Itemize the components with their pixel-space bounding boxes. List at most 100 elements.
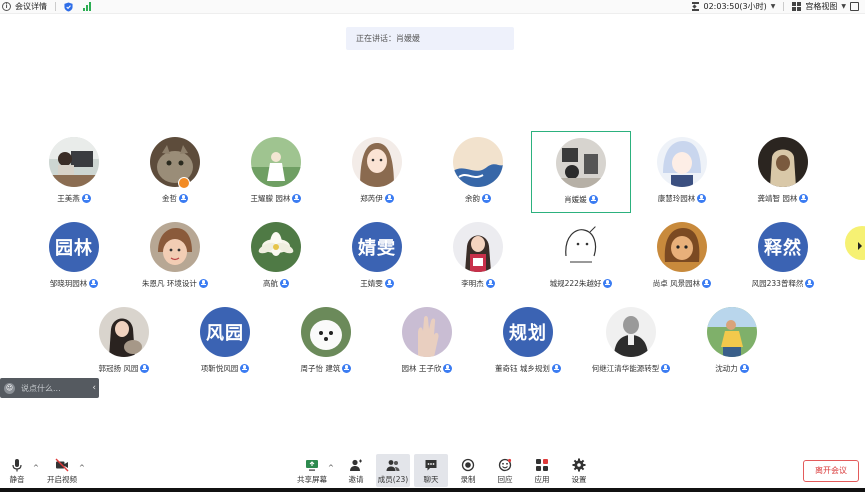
mic-icon xyxy=(485,278,495,288)
top-bar-left: i 会议详情 xyxy=(2,1,91,12)
chat-input[interactable] xyxy=(21,383,81,393)
chevron-up-icon[interactable]: ^ xyxy=(328,464,334,472)
participant-tile[interactable]: 沈动力 xyxy=(682,301,782,383)
video-button[interactable]: 开启视频 xyxy=(45,454,79,487)
share-screen-icon xyxy=(306,460,318,471)
avatar xyxy=(657,137,707,187)
meeting-timer: 02:03:50(3小时) xyxy=(703,2,767,11)
top-bar: i 会议详情 02:03:50(3小时) ▼ 宫格视图 ▼ xyxy=(0,0,865,14)
taskbar-strip xyxy=(0,488,865,492)
mic-icon xyxy=(697,193,707,203)
mic-icon xyxy=(198,278,208,288)
chevron-down-icon[interactable]: ▼ xyxy=(771,3,776,10)
participant-tile[interactable]: 周子怡 建筑 xyxy=(276,301,376,383)
mic-icon xyxy=(240,363,250,373)
members-icon xyxy=(386,460,400,471)
react-button[interactable]: 回应 xyxy=(488,454,522,487)
chat-button[interactable]: 聊天 xyxy=(414,454,448,487)
signal-icon xyxy=(83,2,91,11)
participant-tile[interactable]: 何继江清华能源转型 xyxy=(581,301,681,383)
chevron-down-icon[interactable]: ▼ xyxy=(841,3,846,10)
avatar xyxy=(150,222,200,272)
avatar xyxy=(49,137,99,187)
info-icon[interactable]: i xyxy=(2,2,11,11)
participant-tile[interactable]: 王美燕 xyxy=(24,131,124,213)
record-icon xyxy=(461,458,475,472)
chevron-up-icon[interactable]: ^ xyxy=(79,464,85,472)
participant-tile[interactable]: 释然 风园233曾释然 xyxy=(733,216,833,298)
leave-meeting-button[interactable]: 离开会议 xyxy=(803,460,859,482)
avatar xyxy=(556,222,606,272)
mic-icon xyxy=(280,278,289,288)
avatar: 园林 xyxy=(49,222,99,272)
bottom-toolbar: 静音 ^ 开启视频 ^ 共享屏幕 ^ 邀请 成员(23) 聊天 录制 回应 应用… xyxy=(0,454,865,487)
mic-icon xyxy=(140,363,150,373)
avatar xyxy=(556,138,606,188)
participant-tile[interactable]: 余韵 xyxy=(428,131,528,213)
mic-icon xyxy=(739,363,749,373)
participant-tile[interactable]: 园林 王子欣 xyxy=(377,301,477,383)
avatar xyxy=(453,137,503,187)
grid-view-icon[interactable] xyxy=(792,2,802,11)
settings-button[interactable]: 设置 xyxy=(562,454,596,487)
divider xyxy=(783,2,785,11)
avatar xyxy=(657,222,707,272)
mic-icon xyxy=(89,278,99,288)
mute-button[interactable]: 静音 xyxy=(0,454,34,487)
avatar: 风园 xyxy=(200,307,250,357)
apps-grid-icon xyxy=(536,459,548,471)
participant-tile[interactable]: 龚靖智 园林 xyxy=(733,131,833,213)
fullscreen-icon[interactable] xyxy=(850,2,859,11)
chevron-up-icon[interactable]: ^ xyxy=(33,464,39,472)
participant-tile[interactable]: 高航 xyxy=(226,216,326,298)
avatar xyxy=(99,307,149,357)
avatar xyxy=(453,222,503,272)
avatar xyxy=(301,307,351,357)
record-button[interactable]: 录制 xyxy=(451,454,485,487)
participant-tile[interactable]: 朱恩凡 环境设计 xyxy=(125,216,225,298)
members-button[interactable]: 成员(23) xyxy=(376,454,410,487)
share-screen-button[interactable]: 共享屏幕 xyxy=(295,454,329,487)
mic-icon xyxy=(292,193,302,203)
participant-tile[interactable]: 王耀朦 园林 xyxy=(226,131,326,213)
avatar: 婧雯 xyxy=(352,222,402,272)
mic-icon xyxy=(384,278,394,288)
participant-tile[interactable]: 康慧玲园林 xyxy=(632,131,732,213)
chevron-left-icon[interactable]: ‹ xyxy=(92,383,96,393)
mic-icon xyxy=(805,278,815,288)
top-bar-right: 02:03:50(3小时) ▼ 宫格视图 ▼ xyxy=(692,1,859,12)
participant-tile[interactable]: 尚卓 风景园林 xyxy=(632,216,732,298)
layout-switch[interactable]: 宫格视图 xyxy=(805,1,837,12)
invite-button[interactable]: 邀请 xyxy=(339,454,373,487)
participant-tile[interactable]: 婧雯 王婧雯 xyxy=(327,216,427,298)
participant-name: 龚靖智 园林 xyxy=(721,192,845,204)
participant-tile[interactable]: 郭冠扬 风园 xyxy=(74,301,174,383)
emoji-icon[interactable]: ☺ xyxy=(4,382,15,394)
mic-icon xyxy=(551,363,561,373)
participant-tile-active-speaker[interactable]: 肖媛媛 xyxy=(531,131,631,213)
participant-tile[interactable]: 郑芮伊 xyxy=(327,131,427,213)
apps-button[interactable]: 应用 xyxy=(525,454,559,487)
participant-tile[interactable]: 规划 董奇钰 城乡规划 xyxy=(478,301,578,383)
participant-tile[interactable]: 风园 项靳悦风园 xyxy=(175,301,275,383)
microphone-icon xyxy=(12,459,22,472)
mic-icon xyxy=(799,193,809,203)
avatar xyxy=(606,307,656,357)
participant-tile[interactable]: 金哲 xyxy=(125,131,225,213)
participant-tile[interactable]: 园林 邹晓玥园林 xyxy=(24,216,124,298)
chat-icon xyxy=(425,460,437,471)
mic-icon xyxy=(179,193,188,203)
meeting-info-link[interactable]: 会议详情 xyxy=(15,1,47,12)
shield-icon[interactable] xyxy=(64,2,73,12)
mic-icon xyxy=(603,278,613,288)
avatar xyxy=(402,307,452,357)
chat-quick-input-bar[interactable]: ☺ ‹ xyxy=(0,378,99,398)
participant-tile[interactable]: 城规222朱越好 xyxy=(531,216,631,298)
avatar: 规划 xyxy=(503,307,553,357)
participant-tile[interactable]: 李明杰 xyxy=(428,216,528,298)
gear-icon xyxy=(572,458,586,472)
mic-icon xyxy=(661,363,671,373)
meeting-window: i 会议详情 02:03:50(3小时) ▼ 宫格视图 ▼ 正在讲话：肖媛媛 王… xyxy=(0,0,865,492)
status-badge xyxy=(178,177,190,189)
mic-icon xyxy=(702,278,712,288)
